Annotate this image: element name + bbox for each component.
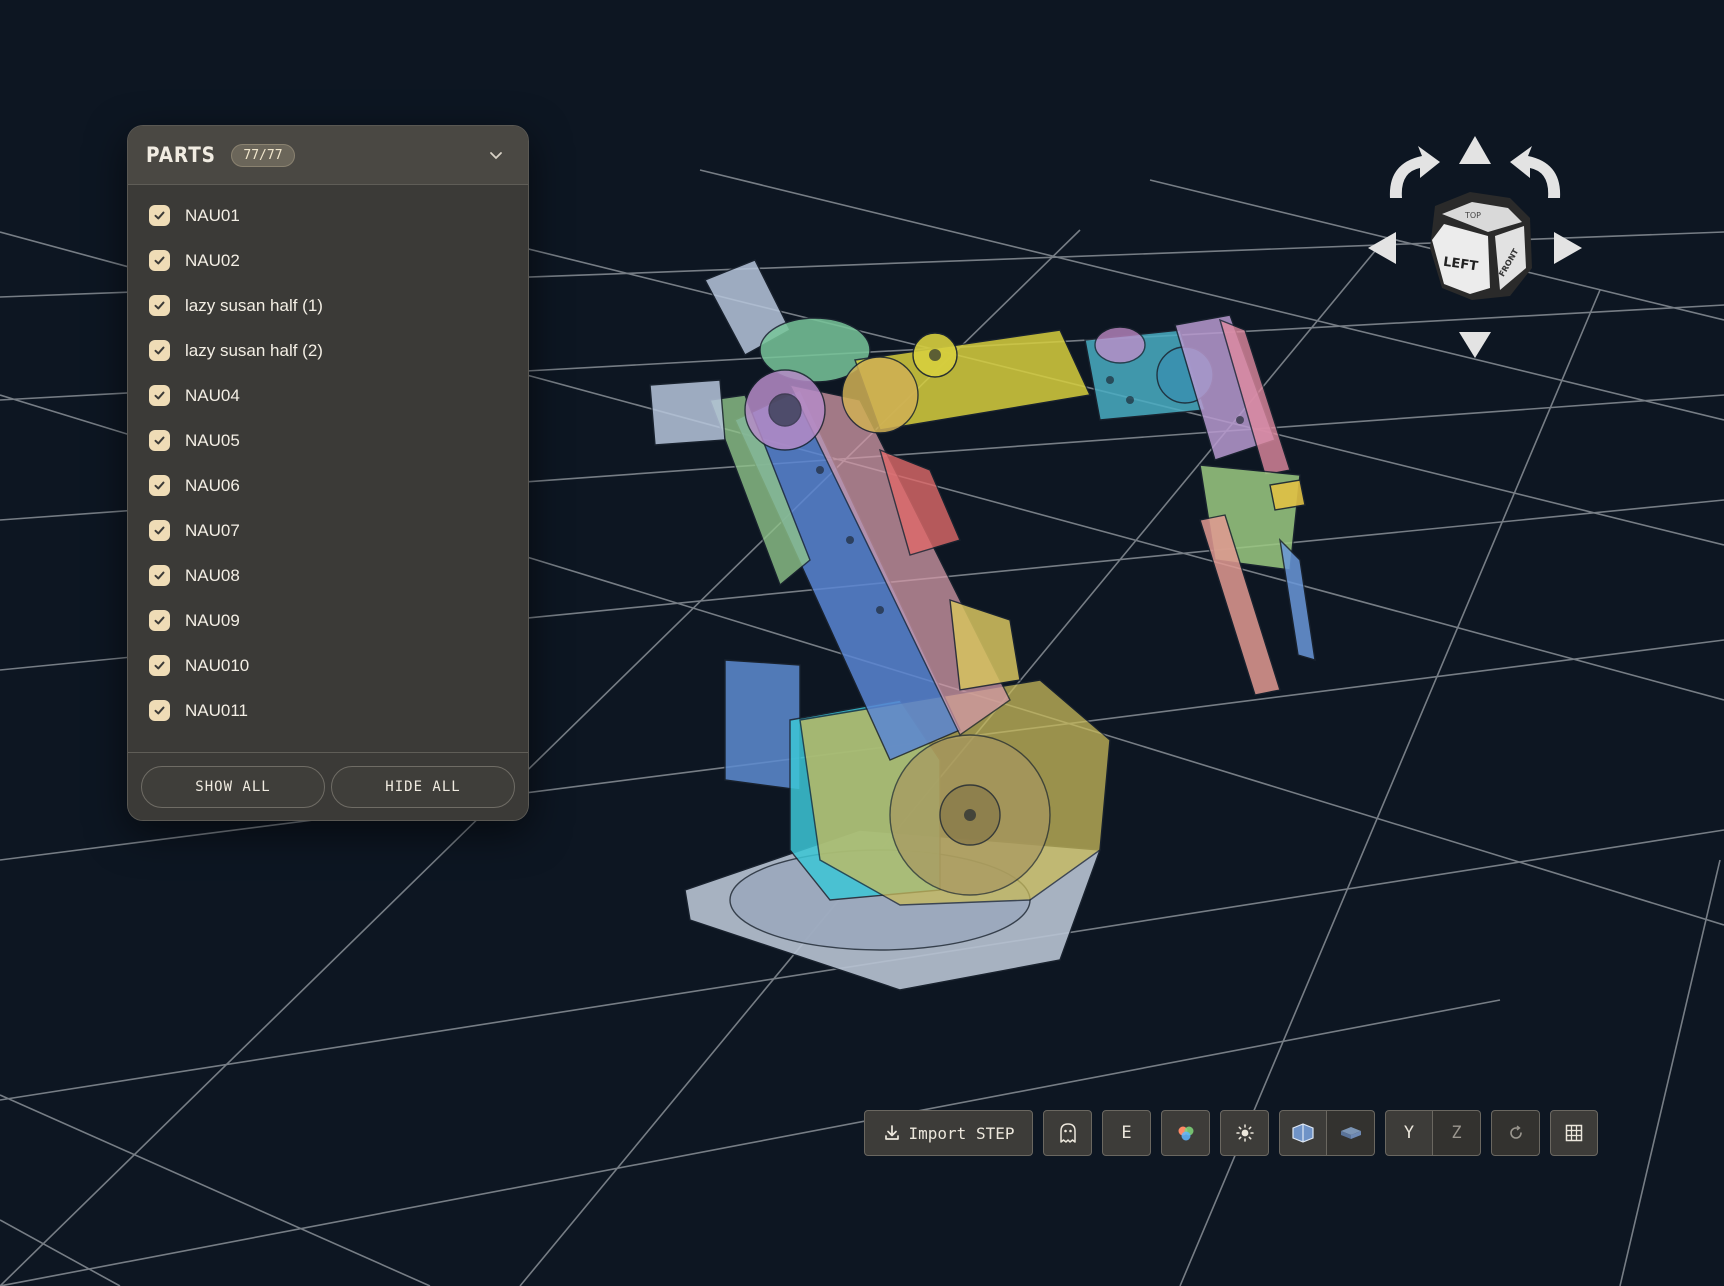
parts-count-badge: 77/77 [231,143,295,167]
part-label: NAU06 [185,475,240,495]
color-parts-button[interactable] [1161,1110,1210,1156]
checkmark-icon [154,526,165,535]
checkmark-icon [154,706,165,715]
part-item[interactable]: NAU02 [128,238,528,283]
part-label: NAU04 [185,385,240,405]
toolbar-rotate-group [1491,1110,1540,1158]
cube-face-top: TOP [1464,211,1481,220]
ghost-mode-button[interactable] [1043,1110,1092,1156]
parts-panel-footer: SHOW ALL HIDE ALL [128,752,528,820]
checkmark-icon [154,616,165,625]
part-label: lazy susan half (1) [185,295,323,315]
part-item[interactable]: NAU08 [128,553,528,598]
part-visibility-checkbox[interactable] [149,475,170,496]
part-item[interactable]: lazy susan half (2) [128,328,528,373]
rotate-icon [1509,1125,1522,1139]
view-cube-navigator[interactable]: TOP LEFT FRONT [1360,128,1590,364]
part-visibility-checkbox[interactable] [149,430,170,451]
part-visibility-checkbox[interactable] [149,295,170,316]
part-item[interactable]: NAU09 [128,598,528,643]
toolbar-explode-group: E [1102,1110,1151,1158]
toolbar-import-group: Import STEP [864,1110,1033,1158]
chevron-down-icon [490,152,502,160]
checkmark-icon [154,346,165,355]
light-icon [1235,1124,1254,1142]
show-all-button[interactable]: SHOW ALL [141,765,325,808]
explode-button[interactable]: E [1102,1110,1151,1156]
checkmark-icon [154,436,165,445]
part-item[interactable]: NAU06 [128,463,528,508]
orthographic-view-button[interactable] [1327,1110,1375,1156]
orientation-cube[interactable]: TOP LEFT FRONT [1430,192,1532,300]
part-visibility-checkbox[interactable] [149,520,170,541]
import-step-button[interactable]: Import STEP [864,1110,1033,1156]
part-visibility-checkbox[interactable] [149,205,170,226]
part-item[interactable]: lazy susan half (1) [128,283,528,328]
part-visibility-checkbox[interactable] [149,610,170,631]
toolbar-projection-group [1279,1110,1375,1158]
axis-z-up-button[interactable]: Z [1433,1110,1481,1156]
orthographic-cube-icon [1340,1127,1361,1139]
part-label: NAU02 [185,250,240,270]
view-down-arrow-icon[interactable] [1459,332,1491,358]
auto-rotate-button[interactable] [1491,1110,1540,1156]
color-palette-icon [1178,1126,1193,1141]
perspective-cube-icon [1292,1123,1314,1143]
toolbar-light-group [1220,1110,1269,1158]
toolbar-axis-group: Y Z [1385,1110,1481,1158]
toolbar-color-group [1161,1110,1210,1158]
checkmark-icon [154,391,165,400]
grid-toggle-button[interactable] [1550,1110,1598,1156]
parts-panel-title: PARTS [146,143,216,167]
parts-panel: PARTS 77/77 NAU01 NAU02 lazy susan half (1… [127,125,529,821]
toolbar-grid-group [1550,1110,1598,1158]
checkmark-icon [154,571,165,580]
checkmark-icon [154,211,165,220]
import-step-label: Import STEP [908,1123,1015,1143]
checkmark-icon [154,256,165,265]
part-label: NAU08 [185,565,240,585]
part-item[interactable]: NAU07 [128,508,528,553]
hide-all-button[interactable]: HIDE ALL [331,765,515,808]
parts-list[interactable]: NAU01 NAU02 lazy susan half (1) lazy susan … [128,185,528,752]
part-visibility-checkbox[interactable] [149,700,170,721]
part-label: NAU05 [185,430,240,450]
view-left-arrow-icon[interactable] [1368,232,1396,264]
toolbar-ghost-group [1043,1110,1092,1158]
part-item[interactable]: NAU01 [128,193,528,238]
part-visibility-checkbox[interactable] [149,385,170,406]
part-label: NAU07 [185,520,240,540]
ghost-icon [1059,1123,1076,1143]
part-visibility-checkbox[interactable] [149,655,170,676]
checkmark-icon [154,301,165,310]
view-right-arrow-icon[interactable] [1554,232,1582,264]
grid-icon [1565,1124,1583,1142]
collapse-panel-button[interactable] [482,141,510,169]
part-item[interactable]: NAU010 [128,643,528,688]
part-item[interactable]: NAU04 [128,373,528,418]
part-item[interactable]: NAU011 [128,688,528,733]
lighting-button[interactable] [1220,1110,1269,1156]
part-item[interactable]: NAU05 [128,418,528,463]
part-label: NAU01 [185,205,240,225]
rotate-view-right-icon[interactable] [1510,146,1561,198]
perspective-view-button[interactable] [1279,1110,1327,1156]
view-up-arrow-icon[interactable] [1459,136,1491,164]
part-label: NAU09 [185,610,240,630]
part-visibility-checkbox[interactable] [149,565,170,586]
download-icon [884,1125,899,1140]
parts-panel-header[interactable]: PARTS 77/77 [128,126,528,185]
part-visibility-checkbox[interactable] [149,250,170,271]
part-visibility-checkbox[interactable] [149,340,170,361]
part-label: lazy susan half (2) [185,340,323,360]
part-label: NAU010 [185,655,250,675]
checkmark-icon [154,661,165,670]
part-label: NAU011 [185,700,248,720]
axis-y-up-button[interactable]: Y [1385,1110,1433,1156]
checkmark-icon [154,481,165,490]
rotate-view-left-icon[interactable] [1389,146,1440,198]
